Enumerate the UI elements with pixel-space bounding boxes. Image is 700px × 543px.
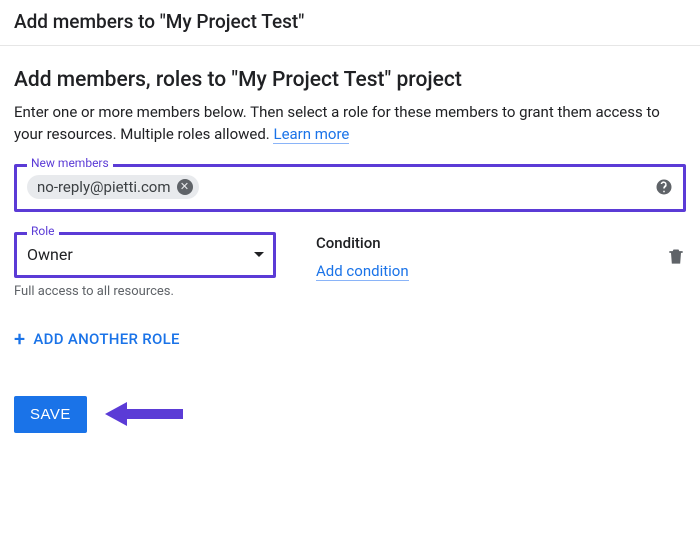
save-button[interactable]: SAVE: [14, 396, 87, 433]
annotation-arrow-icon: [105, 401, 183, 427]
condition-block: Condition Add condition: [316, 234, 666, 281]
chevron-down-icon: [253, 247, 265, 263]
add-another-role-label: ADD ANOTHER ROLE: [33, 330, 179, 348]
member-chip[interactable]: no-reply@pietti.com ✕: [27, 175, 199, 199]
condition-column: Condition Add condition: [316, 232, 686, 281]
role-select[interactable]: Role Owner: [14, 232, 276, 278]
dialog-body: Add members, roles to "My Project Test" …: [0, 46, 700, 443]
new-members-row: no-reply@pietti.com ✕: [27, 175, 673, 199]
learn-more-link[interactable]: Learn more: [273, 125, 349, 144]
delete-role-icon[interactable]: [666, 246, 686, 268]
member-chip-label: no-reply@pietti.com: [37, 178, 171, 196]
chip-remove-icon[interactable]: ✕: [177, 179, 193, 195]
help-icon[interactable]: [655, 178, 673, 196]
new-members-legend: New members: [27, 157, 113, 169]
section-description: Enter one or more members below. Then se…: [14, 102, 686, 146]
condition-label: Condition: [316, 234, 666, 252]
dialog-footer: SAVE: [14, 396, 686, 433]
role-legend: Role: [27, 225, 59, 237]
role-selected-value: Owner: [27, 245, 253, 264]
role-condition-row: Role Owner Full access to all resources.…: [14, 232, 686, 299]
dialog-title: Add members to "My Project Test": [0, 0, 700, 46]
role-column: Role Owner Full access to all resources.: [14, 232, 276, 299]
add-another-role-button[interactable]: + ADD ANOTHER ROLE: [14, 329, 180, 349]
role-helper-text: Full access to all resources.: [14, 284, 276, 299]
add-condition-link[interactable]: Add condition: [316, 262, 409, 281]
new-members-field[interactable]: New members no-reply@pietti.com ✕: [14, 164, 686, 212]
plus-icon: +: [14, 329, 25, 349]
section-heading: Add members, roles to "My Project Test" …: [14, 68, 686, 92]
